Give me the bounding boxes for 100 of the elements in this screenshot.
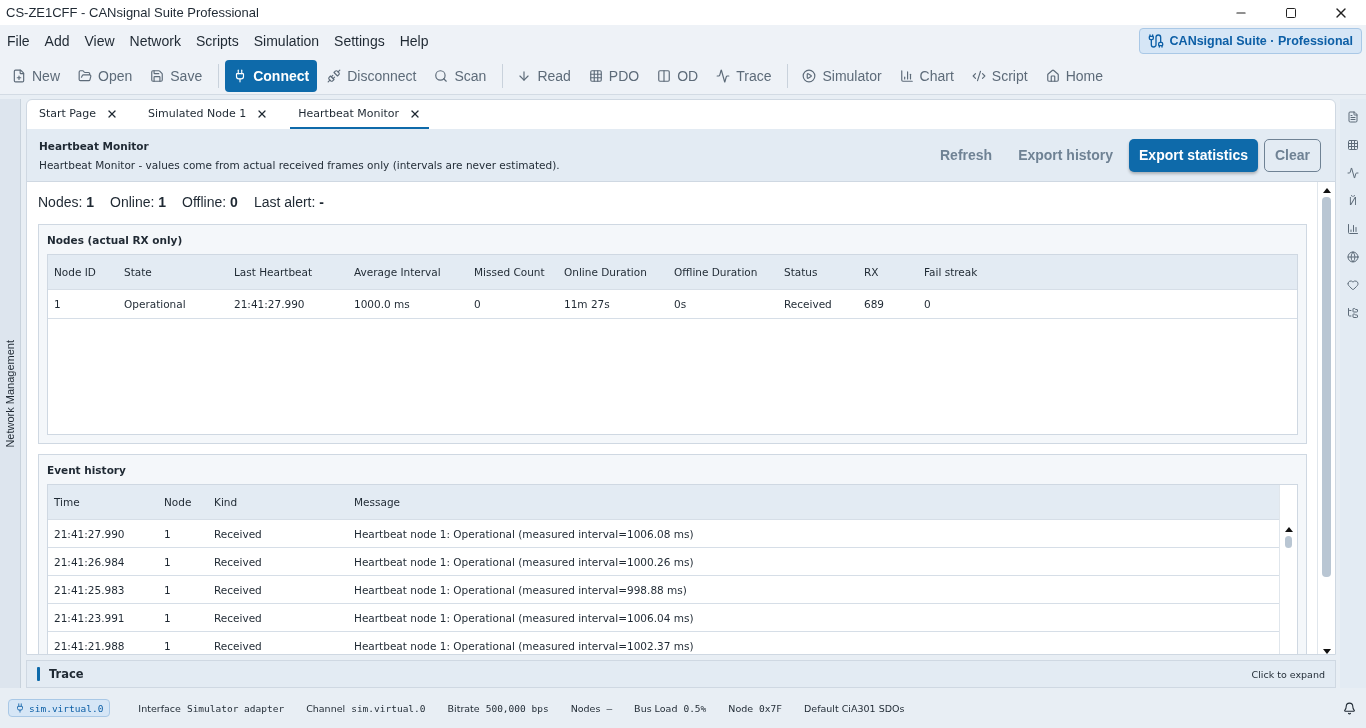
status-value: 0.5%	[683, 702, 707, 714]
table-cell-text: 1000.0 ms	[353, 298, 411, 310]
table-cell-text: 1	[163, 639, 172, 652]
status-note: Default CiA301 SDOs	[804, 702, 906, 714]
summary-stat: Last alert: -	[253, 194, 324, 210]
scroll-up-icon[interactable]	[1284, 527, 1293, 532]
menu-item[interactable]: File	[0, 29, 37, 53]
action-button[interactable]: Refresh	[930, 138, 1003, 172]
code-icon	[971, 68, 986, 83]
trace-panel-bar[interactable]: Trace Click to expand	[26, 660, 1336, 688]
plug-icon	[15, 703, 25, 713]
toolbar-button[interactable]: Trace	[708, 59, 780, 92]
file-icon[interactable]	[1345, 109, 1361, 125]
bar-chart-icon[interactable]	[1345, 221, 1361, 237]
column-header: Fail streak	[923, 266, 979, 278]
toolbar-button[interactable]: Connect	[225, 59, 318, 92]
summary-stat: Nodes: 1	[38, 194, 95, 210]
toolbar-button[interactable]: Home	[1037, 59, 1111, 92]
menu-item[interactable]: View	[77, 29, 122, 53]
table-cell-text: 21:41:23.991	[53, 611, 126, 624]
column-header: Node	[163, 496, 193, 508]
home-icon	[1045, 68, 1060, 83]
bell-icon[interactable]	[1343, 701, 1356, 715]
window-title: CS-ZE1CFF - CANsignal Suite Professional	[6, 5, 260, 20]
column-header: Node ID	[53, 266, 97, 278]
expand-hint: Click to expand	[1251, 668, 1325, 680]
menu-item[interactable]: Simulation	[246, 29, 327, 53]
menu-item[interactable]: Settings	[327, 29, 392, 53]
pulse-icon	[716, 68, 731, 83]
toolbar-button[interactable]: Disconnect	[319, 59, 425, 92]
menu-item[interactable]: Network	[122, 29, 188, 53]
table-cell-text: Received	[213, 583, 263, 596]
scrollbar-thumb[interactable]	[1285, 536, 1292, 548]
menu-item[interactable]: Help	[392, 29, 436, 53]
scroll-up-icon[interactable]	[1322, 188, 1331, 193]
column-header: Missed Count	[473, 266, 546, 278]
toolbar-button[interactable]: Script	[963, 59, 1036, 92]
action-button[interactable]: Export history	[1008, 138, 1124, 172]
heart-icon[interactable]	[1345, 277, 1361, 293]
logo-icon	[1147, 33, 1164, 49]
column-header: State	[123, 266, 153, 278]
summary-stat: Offline: 0	[182, 194, 238, 210]
toolbar-button[interactable]: Simulator	[794, 59, 890, 92]
pulse-icon[interactable]	[1345, 165, 1361, 181]
table-cell-text: Received	[213, 611, 263, 624]
table-cell-text: Received	[213, 555, 263, 568]
channel-chip[interactable]: sim.virtual.0	[8, 699, 111, 717]
table-cell-text: Received	[213, 639, 263, 652]
action-button[interactable]: Export statistics	[1129, 138, 1258, 172]
summary-stat: Online: 1	[110, 194, 167, 210]
table-cell-text: Heartbeat node 1: Operational (measured interval=998.88 ms)	[353, 583, 688, 596]
table-cell-text: 21:41:27.990	[53, 527, 126, 540]
play-circle-icon	[802, 68, 817, 83]
column-header: Last Heartbeat	[233, 266, 314, 278]
table-cell-text: 21:41:21.988	[53, 639, 126, 652]
toolbar-button[interactable]: Scan	[426, 59, 495, 92]
tab[interactable]: Start Page	[31, 100, 126, 129]
column-header: Average Interval	[353, 266, 442, 278]
save-icon	[150, 68, 165, 83]
status-label: Node	[728, 702, 754, 714]
status-value: –	[606, 702, 613, 714]
grid-icon[interactable]	[1345, 137, 1361, 153]
status-value: 0x7F	[759, 702, 782, 714]
table-cell-text: Heartbeat node 1: Operational (measured interval=1006.08 ms)	[353, 527, 695, 540]
table-cell-text: Heartbeat node 1: Operational (measured interval=1002.37 ms)	[353, 639, 695, 652]
table-cell-text: 11m 27s	[563, 298, 611, 310]
maximize-icon[interactable]	[1285, 6, 1297, 19]
toolbar-button[interactable]: Open	[70, 59, 141, 92]
table-cell-text: 1	[163, 583, 172, 596]
page-title: Heartbeat Monitor	[39, 139, 150, 152]
table-cell-text: 0	[923, 298, 932, 310]
table-cell-text: 0s	[673, 298, 688, 310]
status-label: Nodes	[570, 702, 601, 714]
trace-title: Trace	[49, 667, 85, 681]
table-cell-text: Received	[783, 298, 833, 310]
scroll-down-icon[interactable]	[1322, 649, 1331, 654]
file-plus-icon	[12, 68, 26, 83]
column-header: Message	[353, 496, 402, 508]
action-button[interactable]: Clear	[1263, 138, 1321, 172]
scrollbar-thumb[interactable]	[1322, 197, 1331, 577]
edition-text: CANsignal Suite · Professional	[1169, 34, 1353, 48]
toolbar-button[interactable]: New	[4, 59, 68, 92]
status-label: Interface	[138, 702, 181, 714]
section-title: Event history	[47, 462, 127, 478]
table-cell-text: 21:41:26.984	[53, 555, 126, 568]
column-header: Online Duration	[563, 266, 648, 278]
toolbar-button[interactable]: Chart	[891, 59, 962, 92]
toolbar-button[interactable]: PDO	[580, 59, 648, 92]
toolbar-button[interactable]: OD	[649, 59, 707, 92]
toolbar-button[interactable]: Save	[142, 59, 211, 92]
status-value: sim.virtual.0	[351, 702, 426, 714]
page-description: Heartbeat Monitor - values come from actual received frames only (intervals are never estimated).	[39, 158, 561, 171]
side-panel-tab[interactable]: Network Management	[0, 99, 21, 688]
menu-item[interactable]: Scripts	[188, 29, 246, 53]
tab[interactable]: Simulated Node 1	[140, 100, 277, 129]
globe-icon[interactable]	[1345, 249, 1361, 265]
menu-item[interactable]: Add	[37, 29, 77, 53]
table-cell-text: 1	[163, 527, 172, 540]
toolbar-button[interactable]: Read	[509, 59, 579, 92]
status-label: Channel	[306, 702, 346, 714]
